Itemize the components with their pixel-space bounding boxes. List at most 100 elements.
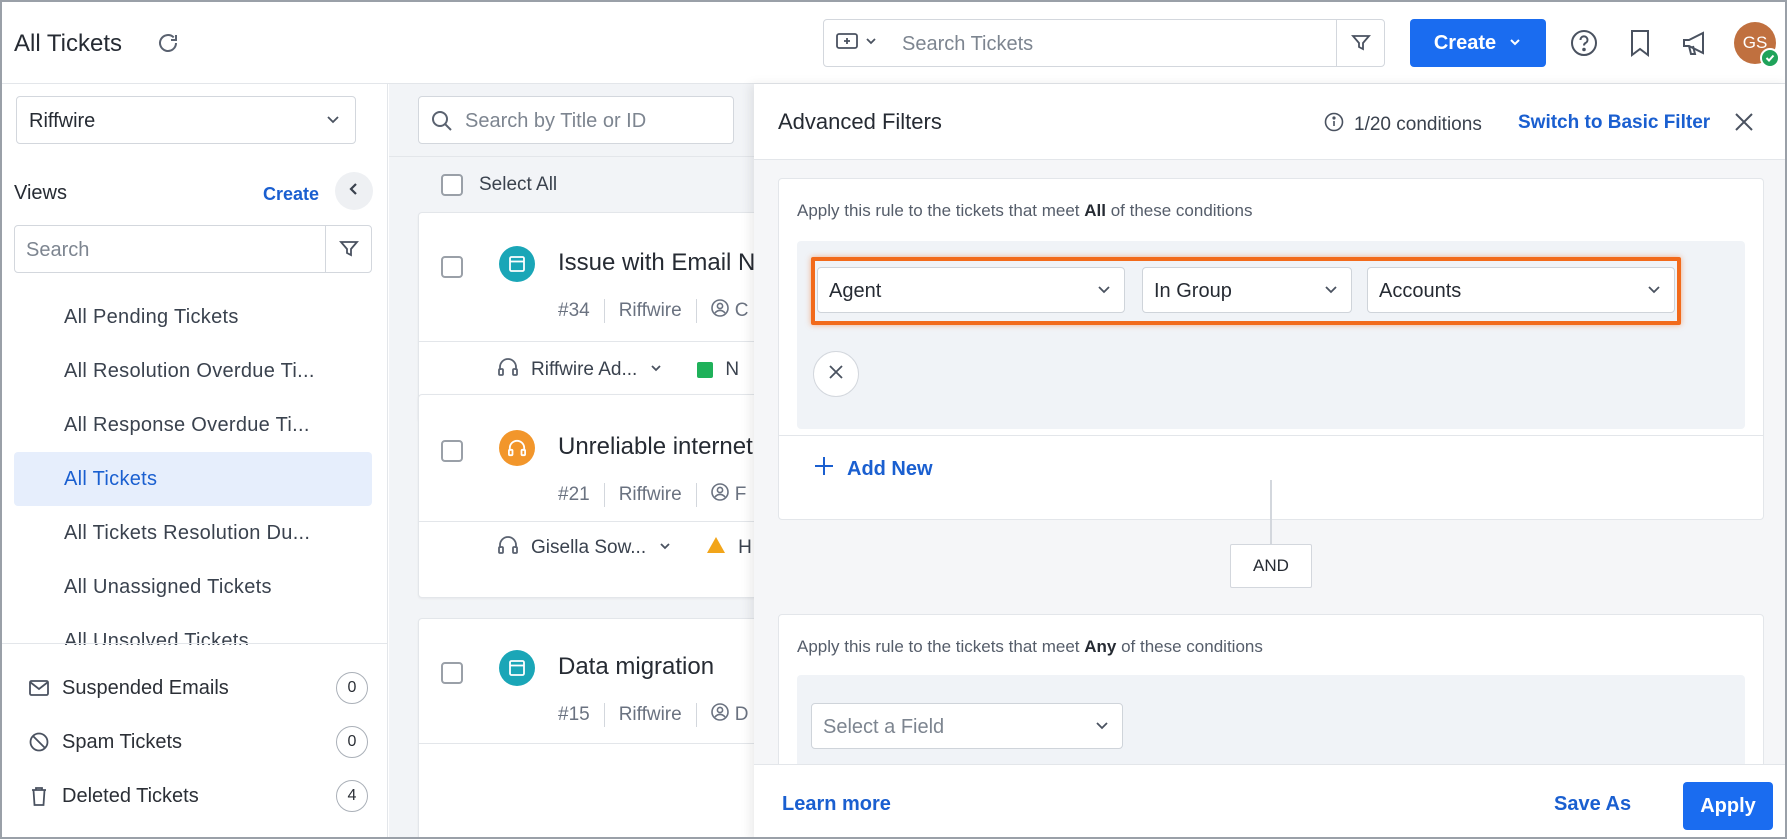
rule-divider [779,435,1763,436]
ticket-checkbox[interactable] [441,440,463,462]
page-title: All Tickets [14,30,123,57]
rule-group-any: Apply this rule to the tickets that meet… [778,614,1764,764]
ticket-id: #15 [558,704,590,725]
condition-count: 1/20 conditions [1324,112,1482,138]
refresh-icon[interactable] [156,31,180,55]
headset-icon [497,357,519,383]
chevron-down-icon [864,34,878,53]
views-list: All Pending Tickets All Resolution Overd… [2,290,388,645]
spam-tickets-count: 0 [336,726,368,758]
ticket-title[interactable]: Data migration [558,653,714,681]
deleted-tickets-label: Deleted Tickets [62,784,199,807]
switch-to-basic-filter-link[interactable]: Switch to Basic Filter [1518,112,1710,134]
ticket-checkbox[interactable] [441,662,463,684]
sidebar-item-all-unsolved-tickets[interactable]: All Unsolved Tickets [14,614,372,645]
plus-icon [813,455,835,483]
sidebar: Riffwire Views Create Search All Pending… [2,84,388,837]
create-view-link[interactable]: Create [263,184,319,205]
field-select-placeholder: Select a Field [823,716,945,738]
views-search: Search [14,225,372,273]
organization-select[interactable]: Riffwire [16,96,356,144]
ticket-agent[interactable]: Riffwire Ad... [531,359,637,381]
sidebar-item-all-pending-tickets[interactable]: All Pending Tickets [14,290,372,344]
save-as-button[interactable]: Save As [1554,793,1631,816]
add-new-condition-button[interactable]: Add New [813,455,933,483]
ticket-status: H [738,537,752,558]
user-icon [710,299,729,323]
info-icon [1324,112,1344,138]
global-search: Search Tickets [823,19,1385,67]
operator-select[interactable]: In Group [1142,267,1352,313]
ticket-org: Riffwire [618,704,682,725]
suspended-emails-label: Suspended Emails [62,676,229,699]
close-icon[interactable] [1730,108,1758,136]
apply-button[interactable]: Apply [1683,782,1773,830]
ticket-type-dropdown[interactable] [824,20,890,66]
create-button[interactable]: Create [1410,19,1546,67]
spam-tickets-label: Spam Tickets [62,730,183,753]
announcement-icon[interactable] [1680,27,1712,59]
learn-more-link[interactable]: Learn more [782,793,891,816]
suspended-emails-item[interactable]: Suspended Emails 0 [28,668,368,708]
ticket-org: Riffwire [618,484,682,505]
search-input[interactable]: Search Tickets [902,33,1033,56]
chevron-down-icon[interactable] [649,359,663,381]
remove-condition-button[interactable] [813,351,859,397]
ticket-org: Riffwire [618,300,682,321]
mail-icon [28,677,50,699]
deleted-tickets-item[interactable]: Deleted Tickets 4 [28,776,368,816]
sidebar-divider [2,643,388,644]
chevron-down-icon[interactable] [658,537,672,559]
views-search-input[interactable]: Search [26,239,89,262]
ticket-status: N [725,359,740,380]
chevron-down-icon [1508,32,1522,55]
ticket-id: #21 [558,484,590,505]
ticket-id: #34 [558,300,590,321]
sidebar-item-all-tickets-resolution-due[interactable]: All Tickets Resolution Du... [14,506,372,560]
status-new-square-icon [697,362,714,378]
ticket-owner: D [734,704,749,725]
deleted-tickets-count: 4 [336,780,368,812]
ticket-title[interactable]: Issue with Email N [558,249,755,277]
rule-mode-any: Any [1084,637,1117,656]
add-new-label: Add New [847,457,933,480]
collapse-sidebar-button[interactable] [335,172,373,210]
filter-icon[interactable] [1336,20,1384,66]
sidebar-item-all-resolution-overdue[interactable]: All Resolution Overdue Ti... [14,344,372,398]
ticket-owner: C [734,300,749,321]
ticket-title[interactable]: Unreliable internet [558,433,753,461]
chevron-left-icon [347,182,361,201]
ticket-meta: #34 Riffwire C [558,299,748,323]
window-icon [499,650,535,686]
ticket-checkbox[interactable] [441,256,463,278]
and-joiner[interactable]: AND [1230,544,1312,588]
rule-group-all: Apply this rule to the tickets that meet… [778,178,1764,520]
sidebar-item-all-tickets[interactable]: All Tickets [14,452,372,506]
rule-description: Apply this rule to the tickets that meet… [797,201,1253,220]
operator-select-value: In Group [1154,280,1232,302]
field-select[interactable]: Select a Field [811,703,1123,749]
block-icon [28,731,50,753]
sidebar-item-all-response-overdue[interactable]: All Response Overdue Ti... [14,398,372,452]
help-icon[interactable] [1568,27,1600,59]
value-select[interactable]: Accounts [1367,267,1675,313]
filter-icon[interactable] [325,226,371,272]
select-all-checkbox[interactable] [441,174,463,196]
ticket-assignment-row: Riffwire Ad... N [497,357,739,383]
chevron-down-icon [1323,281,1339,302]
spam-tickets-item[interactable]: Spam Tickets 0 [28,722,368,762]
organization-select-value: Riffwire [29,110,96,132]
ticket-agent[interactable]: Gisella Sow... [531,537,646,559]
field-select[interactable]: Agent [817,267,1125,313]
chevron-down-icon [1094,717,1110,738]
create-button-label: Create [1433,31,1497,54]
condition-row-area: Select a Field [797,675,1745,764]
avatar[interactable]: GS [1734,22,1780,68]
top-header: All Tickets Search Tickets Create GS [2,2,1785,84]
ticket-icon [836,32,858,55]
sidebar-item-all-unassigned-tickets[interactable]: All Unassigned Tickets [14,560,372,614]
bookmark-icon[interactable] [1624,27,1656,59]
ticket-search-input[interactable]: Search by Title or ID [465,110,646,133]
chevron-down-icon [1646,281,1662,302]
window-icon [499,246,535,282]
